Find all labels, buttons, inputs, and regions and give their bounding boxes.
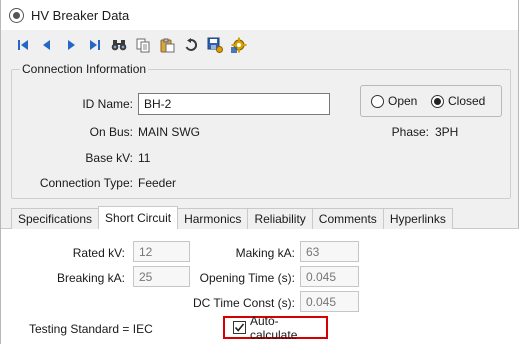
find-button[interactable] <box>108 34 130 56</box>
checkmark-icon <box>234 323 245 332</box>
opening-time-label: Opening Time (s): <box>199 271 295 285</box>
title-bar: HV Breaker Data <box>1 0 518 30</box>
binoculars-icon <box>111 40 127 51</box>
save-button[interactable] <box>204 34 226 56</box>
previous-record-icon <box>43 40 50 50</box>
open-radio-button[interactable] <box>371 94 384 108</box>
connection-type-value: Feeder <box>138 176 177 190</box>
dc-time-const-field[interactable]: 0.045 <box>300 291 359 312</box>
tab-strip: Specifications Short Circuit Harmonics R… <box>11 206 453 229</box>
tab-hyperlinks[interactable]: Hyperlinks <box>382 208 453 229</box>
auto-calculate-label[interactable]: Auto-calculate <box>250 314 326 342</box>
rated-kv-label: Rated kV: <box>72 246 125 260</box>
connection-type-label: Connection Type: <box>39 176 133 190</box>
first-record-icon <box>18 40 28 50</box>
settings-button[interactable] <box>228 34 250 56</box>
making-ka-label: Making kA: <box>235 246 295 260</box>
tab-short-circuit[interactable]: Short Circuit <box>98 206 179 229</box>
testing-standard-text: Testing Standard = IEC <box>29 322 153 336</box>
app-icon <box>9 7 24 23</box>
first-record-button[interactable] <box>12 34 34 56</box>
auto-calculate-highlight: Auto-calculate <box>223 314 328 342</box>
breaker-state-group: Open Closed <box>360 85 502 117</box>
phase-label: Phase: <box>391 125 429 139</box>
making-ka-field[interactable]: 63 <box>300 241 359 262</box>
previous-record-button[interactable] <box>36 34 58 56</box>
hv-breaker-window: HV Breaker Data Connection Information I… <box>0 0 519 344</box>
last-record-button[interactable] <box>84 34 106 56</box>
on-bus-label: On Bus: <box>89 125 133 139</box>
gear-icon <box>231 37 247 53</box>
rated-kv-field[interactable]: 12 <box>133 241 190 262</box>
phase-value: 3PH <box>435 125 459 139</box>
undo-button[interactable] <box>180 34 202 56</box>
breaking-ka-field[interactable]: 25 <box>133 266 190 287</box>
closed-radio-label: Closed <box>448 94 486 108</box>
open-radio[interactable]: Open <box>371 94 417 108</box>
base-kv-label: Base kV: <box>85 151 133 165</box>
save-icon <box>207 37 223 53</box>
next-record-button[interactable] <box>60 34 82 56</box>
closed-radio[interactable]: Closed <box>431 94 485 108</box>
paste-button[interactable] <box>156 34 178 56</box>
id-name-field[interactable]: BH-2 <box>138 93 330 115</box>
breaking-ka-label: Breaking kA: <box>56 271 125 285</box>
closed-radio-button[interactable] <box>431 94 444 108</box>
next-record-icon <box>68 40 75 50</box>
opening-time-field[interactable]: 0.045 <box>300 266 359 287</box>
id-name-label: ID Name: <box>82 97 133 111</box>
copy-button[interactable] <box>132 34 154 56</box>
dc-time-const-label: DC Time Const (s): <box>192 296 295 310</box>
base-kv-value: 11 <box>138 151 151 165</box>
tab-specifications[interactable]: Specifications <box>11 208 100 229</box>
undo-icon <box>185 38 198 51</box>
copy-icon <box>136 38 149 52</box>
last-record-icon <box>90 40 100 50</box>
paste-icon <box>160 38 174 52</box>
window-title: HV Breaker Data <box>31 7 130 23</box>
tab-harmonics[interactable]: Harmonics <box>177 208 249 229</box>
auto-calculate-checkbox[interactable] <box>233 321 246 334</box>
toolbar <box>1 30 518 60</box>
tab-comments[interactable]: Comments <box>311 208 384 229</box>
on-bus-value: MAIN SWG <box>138 125 200 139</box>
open-radio-label: Open <box>388 94 418 108</box>
connection-information-title: Connection Information <box>20 62 149 76</box>
tab-reliability[interactable]: Reliability <box>247 208 313 229</box>
